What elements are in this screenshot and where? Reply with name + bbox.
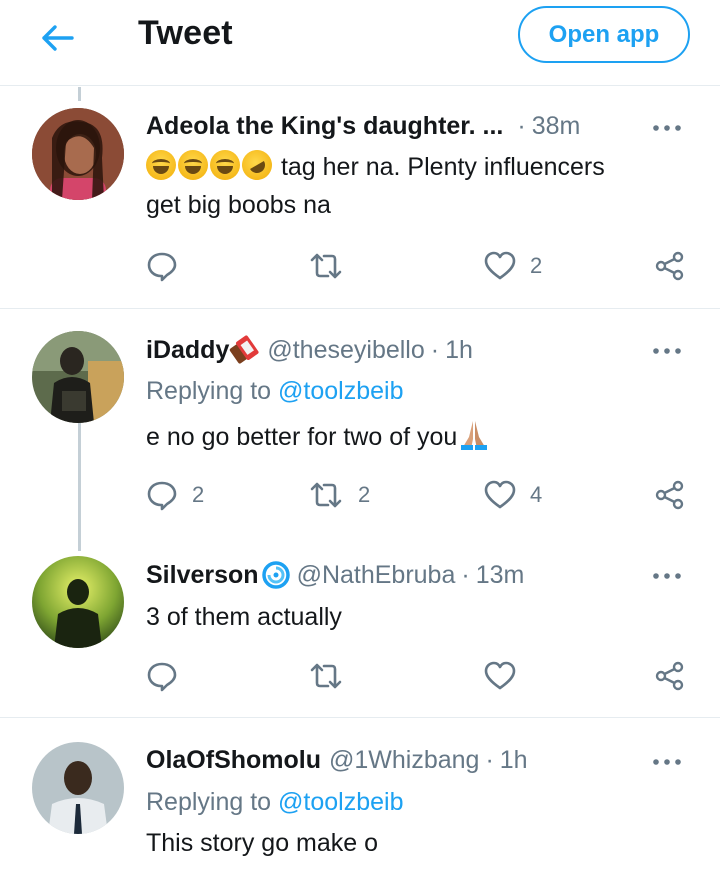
- reply-button[interactable]: [146, 656, 178, 696]
- avatar[interactable]: [32, 742, 124, 834]
- reply-count: 2: [192, 482, 205, 507]
- tweet-text-line: e no go better for two of you: [146, 423, 458, 451]
- more-dots-icon: [653, 348, 681, 354]
- retweet-button[interactable]: [308, 246, 344, 286]
- face-with-tears-of-joy-icon: [178, 150, 208, 180]
- timestamp[interactable]: 38m: [532, 112, 581, 141]
- like-count: 4: [530, 482, 543, 507]
- heart-icon: [484, 480, 516, 509]
- retweet-button[interactable]: [308, 656, 344, 696]
- display-name[interactable]: OlaOfShomolu: [146, 746, 321, 775]
- share-icon: [655, 251, 684, 281]
- more-dots-icon: [653, 759, 681, 765]
- retweet-button[interactable]: 2: [308, 475, 370, 515]
- reply-button[interactable]: [146, 246, 178, 286]
- tweet-text: 3 of them actually: [146, 598, 680, 636]
- tweet-text-line: This story go make o: [146, 829, 379, 857]
- tweet-text-line: 3 of them actually: [146, 603, 342, 631]
- retweet-icon: [310, 663, 342, 689]
- tweet[interactable]: Adeola the King's daughter. ... · 38m ta…: [0, 86, 720, 309]
- like-button[interactable]: 2: [484, 246, 542, 286]
- share-button[interactable]: [654, 475, 686, 515]
- arrow-left-icon: [42, 25, 74, 51]
- display-name[interactable]: Silverson: [146, 561, 259, 590]
- avatar[interactable]: [32, 331, 124, 423]
- more-options-button[interactable]: [650, 750, 684, 774]
- reply-button[interactable]: 2: [146, 475, 204, 515]
- face-with-tears-of-joy-icon: [146, 150, 176, 180]
- user-handle[interactable]: @theseyibello: [267, 336, 424, 365]
- tweet-text: This story go make o: [146, 824, 680, 862]
- avatar[interactable]: [32, 108, 124, 200]
- retweet-icon: [310, 482, 342, 508]
- separator-dot: ·: [461, 560, 470, 589]
- retweet-icon: [310, 253, 342, 279]
- replying-to: Replying to @toolzbeib: [146, 788, 403, 817]
- separator-dot: ·: [430, 335, 440, 364]
- tweet-actions: [146, 656, 706, 696]
- tweet-text-line: tag her na. Plenty influencers: [280, 153, 605, 181]
- heart-icon: [484, 661, 516, 690]
- tweet[interactable]: OlaOfShomolu @1Whizbang · 1h Replying to…: [0, 718, 720, 878]
- open-app-button[interactable]: Open app: [518, 6, 690, 63]
- separator-dot: ·: [485, 746, 494, 774]
- share-icon: [655, 480, 684, 510]
- tweet-header: Adeola the King's daughter. ... · 38m: [146, 112, 640, 141]
- share-icon: [655, 661, 684, 691]
- tweet-header: Silverson @NathEbruba · 13m: [146, 560, 640, 590]
- more-options-button[interactable]: [650, 564, 684, 588]
- avatar[interactable]: [32, 556, 124, 648]
- top-bar: Tweet Open app: [0, 0, 720, 86]
- replying-to-label: Replying to: [146, 377, 272, 405]
- replying-to: Replying to @toolzbeib: [146, 377, 403, 406]
- timestamp[interactable]: 1h: [445, 336, 473, 365]
- rolling-on-floor-laughing-icon: [236, 144, 278, 186]
- like-button[interactable]: 4: [484, 475, 542, 515]
- back-button[interactable]: [36, 18, 80, 58]
- retweet-count: 2: [358, 482, 371, 507]
- tweet-header: OlaOfShomolu @1Whizbang · 1h: [146, 746, 640, 775]
- page-title: Tweet: [138, 14, 233, 52]
- tweet-actions: 2 2 4: [146, 475, 706, 515]
- chocolate-bar-icon: [229, 335, 259, 365]
- tweet-text: tag her na. Plenty influencers get big b…: [146, 144, 680, 224]
- tweet-text-line: get big boobs na: [146, 191, 331, 219]
- more-options-button[interactable]: [650, 339, 684, 363]
- user-handle[interactable]: @1Whizbang: [329, 746, 479, 775]
- share-button[interactable]: [654, 656, 686, 696]
- cyclone-icon: [261, 560, 291, 590]
- tweet[interactable]: Silverson @NathEbruba · 13m 3 of them ac…: [0, 534, 720, 718]
- timestamp[interactable]: 1h: [500, 746, 528, 775]
- reply-bubble-icon: [147, 252, 177, 282]
- separator-dot: ·: [517, 112, 526, 140]
- more-options-button[interactable]: [650, 116, 684, 140]
- tweet-text: e no go better for two of you: [146, 417, 680, 456]
- tweet-actions: 2: [146, 246, 706, 286]
- heart-icon: [484, 251, 516, 280]
- tweet-header: iDaddy @theseyibello · 1h: [146, 335, 640, 365]
- folded-hands-icon: [457, 417, 491, 451]
- display-name[interactable]: Adeola the King's daughter. ...: [146, 112, 503, 141]
- share-button[interactable]: [654, 246, 686, 286]
- more-dots-icon: [653, 125, 681, 131]
- mention-link[interactable]: @toolzbeib: [278, 377, 403, 405]
- mention-link[interactable]: @toolzbeib: [278, 788, 403, 816]
- display-name[interactable]: iDaddy: [146, 336, 229, 365]
- tweet[interactable]: iDaddy @theseyibello · 1h Replying to @t…: [0, 309, 720, 534]
- user-handle[interactable]: @NathEbruba: [297, 561, 456, 590]
- replying-to-label: Replying to: [146, 788, 272, 816]
- like-button[interactable]: [484, 656, 516, 696]
- timestamp[interactable]: 13m: [476, 561, 525, 590]
- face-with-tears-of-joy-icon: [210, 150, 240, 180]
- more-dots-icon: [653, 573, 681, 579]
- reply-bubble-icon: [147, 662, 177, 692]
- reply-bubble-icon: [147, 481, 177, 511]
- like-count: 2: [530, 253, 543, 278]
